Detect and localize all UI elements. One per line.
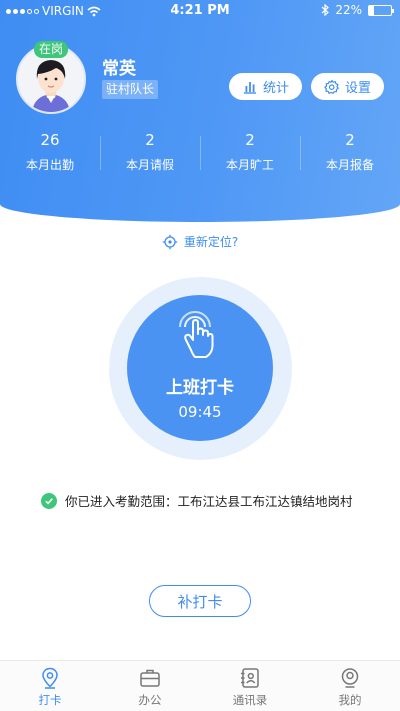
stat-value: 26: [40, 131, 60, 149]
stat-absence[interactable]: 2 本月旷工: [200, 130, 300, 174]
stat-label: 本月旷工: [225, 158, 274, 172]
tab-contacts[interactable]: 通讯录: [200, 661, 300, 711]
range-message: 你已进入考勤范围：工布江达县工布江达镇结地岗村: [65, 494, 353, 509]
stat-label: 本月请假: [125, 158, 174, 172]
bar-chart-icon: [243, 81, 256, 94]
relocate-label: 重新定位?: [183, 235, 239, 249]
monthly-stats: 26 本月出勤 2 本月请假 2 本月旷工 2 本月报备: [0, 130, 400, 174]
settings-label: 设置: [344, 81, 371, 96]
tab-punch[interactable]: 打卡: [0, 661, 100, 711]
tab-label: 通讯录: [232, 693, 268, 707]
stats-button[interactable]: 统计: [229, 73, 302, 100]
contacts-icon: [241, 668, 259, 688]
stats-label: 统计: [262, 81, 289, 96]
stat-label: 本月出勤: [25, 158, 74, 172]
check-circle-icon: [41, 492, 57, 509]
tab-office[interactable]: 办公: [100, 661, 200, 711]
settings-button[interactable]: 设置: [311, 73, 384, 100]
user-name: 常英: [102, 59, 136, 79]
tab-label: 办公: [138, 693, 162, 707]
profile-header: VIRGIN 4:21 PM 22% 在岗 常英 驻村队长 统计 设置 26 本…: [0, 0, 400, 222]
punch-label: 上班打卡: [166, 378, 234, 398]
stat-leave[interactable]: 2 本月请假: [100, 130, 200, 174]
relocate-button[interactable]: 重新定位?: [0, 233, 400, 250]
punch-in-button[interactable]: 上班打卡 09:45: [127, 295, 273, 441]
tab-label: 打卡: [38, 693, 62, 707]
user-role-tag: 驻村队长: [102, 80, 159, 99]
battery-icon: [368, 4, 394, 16]
stat-value: 2: [345, 131, 355, 149]
attendance-range-notice: 你已进入考勤范围：工布江达县工布江达镇结地岗村: [41, 491, 353, 510]
stat-label: 本月报备: [325, 158, 374, 172]
tab-label: 我的: [338, 693, 362, 707]
status-right: 22%: [321, 3, 394, 17]
crosshair-icon: [162, 234, 178, 249]
tab-bar: 打卡 办公 通讯录 我的: [0, 660, 400, 711]
briefcase-icon: [140, 669, 160, 687]
stat-attendance[interactable]: 26 本月出勤: [0, 130, 100, 174]
stat-value: 2: [245, 131, 255, 149]
status-bar: VIRGIN 4:21 PM 22%: [0, 0, 400, 22]
stat-report[interactable]: 2 本月报备: [300, 130, 400, 174]
gear-icon: [324, 79, 339, 94]
supplement-punch-button[interactable]: 补打卡: [149, 585, 251, 617]
battery-level: [369, 5, 374, 15]
tap-hand-icon: [179, 311, 214, 358]
punch-time: 09:45: [178, 403, 222, 421]
battery-percent: 22%: [335, 3, 362, 17]
profile-icon: [341, 668, 359, 688]
tab-mine[interactable]: 我的: [300, 661, 400, 711]
stat-value: 2: [145, 131, 155, 149]
bluetooth-icon: [321, 4, 330, 16]
location-pin-icon: [42, 667, 58, 689]
status-badge: 在岗: [34, 41, 69, 58]
